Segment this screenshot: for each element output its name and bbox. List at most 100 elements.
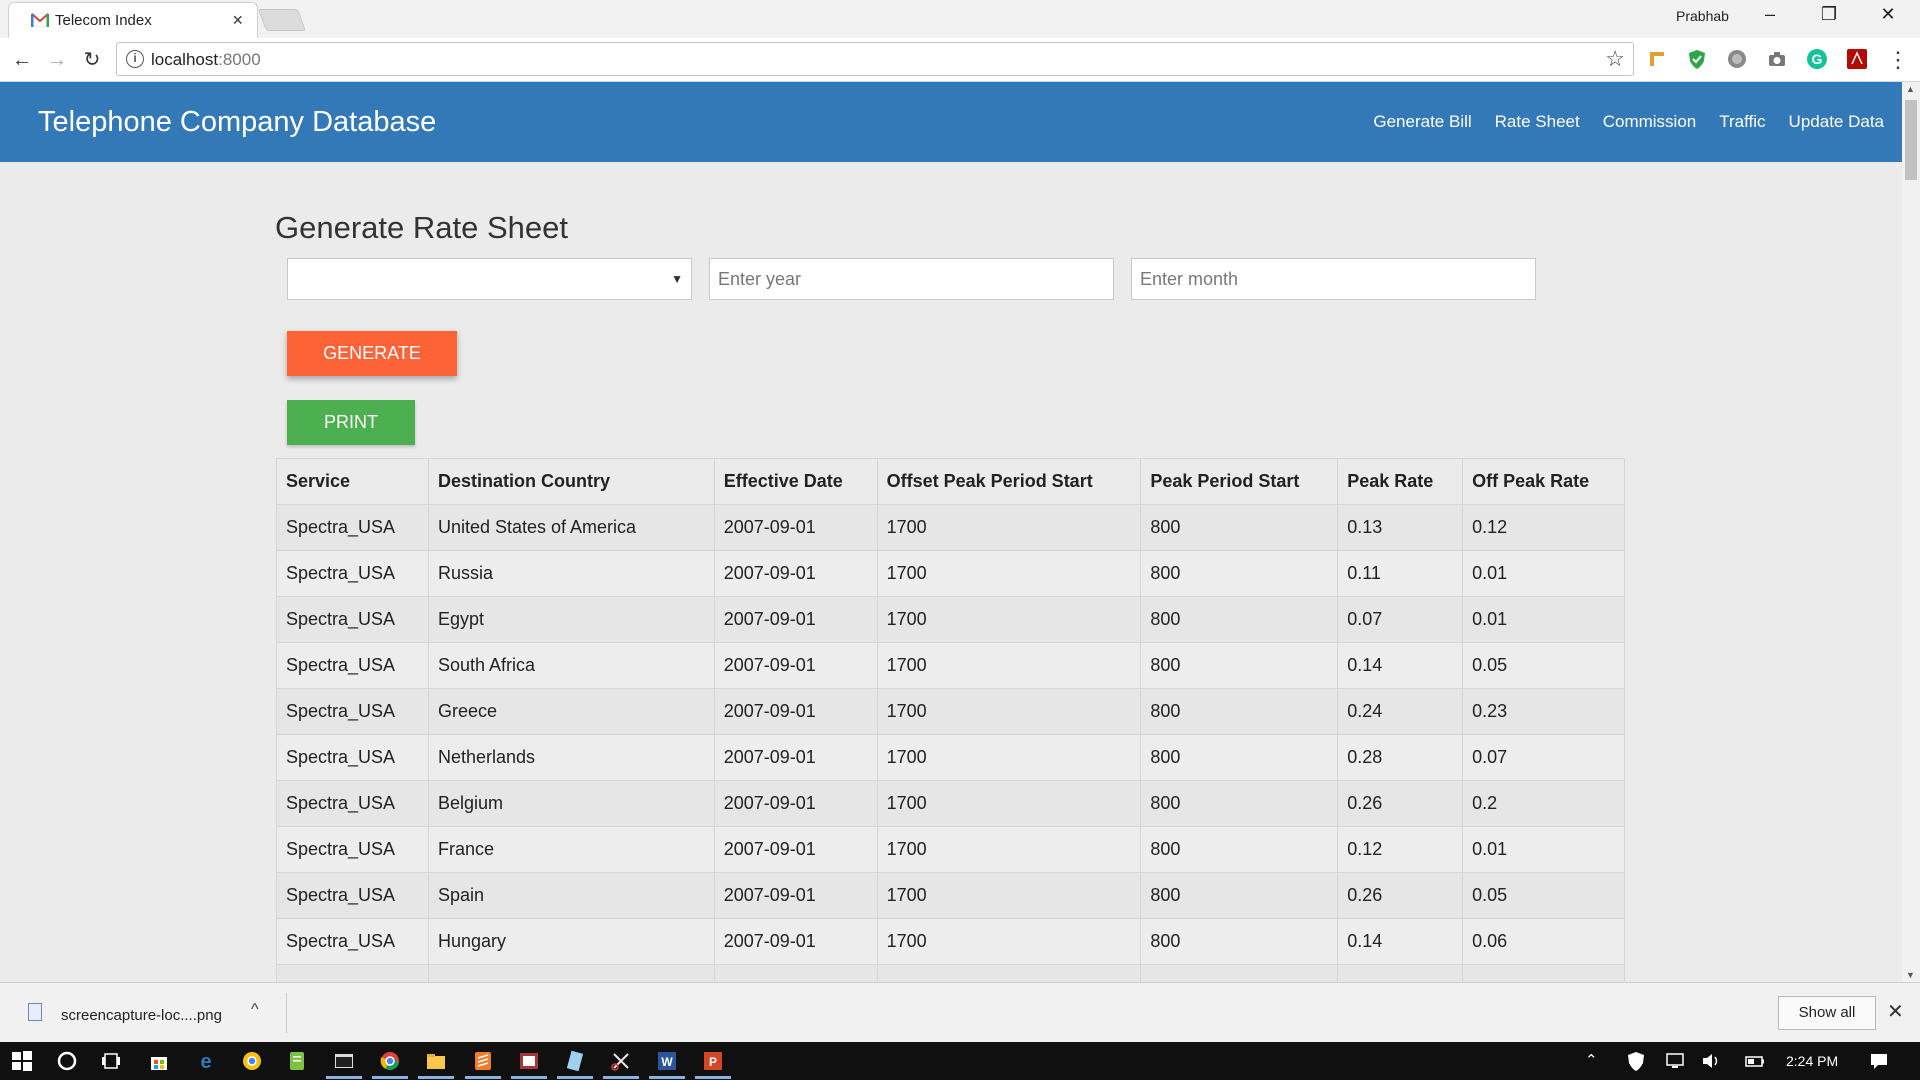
month-input[interactable] [1131,258,1536,300]
table-cell: 0.26 [1337,872,1464,919]
page-title: Generate Rate Sheet [275,210,568,245]
table-cell: 1700 [876,780,1142,827]
download-options-chevron-icon[interactable]: ^ [251,1001,259,1019]
acrobat-icon[interactable] [1846,48,1868,70]
generate-button[interactable]: GENERATE [287,331,457,376]
snipping-tool-icon[interactable] [610,1050,632,1072]
window-close-icon[interactable]: ✕ [1873,4,1903,25]
nav-link-update-data[interactable]: Update Data [1789,112,1884,132]
cortana-icon[interactable] [56,1050,78,1072]
table-cell: 0.05 [1462,872,1625,919]
table-cell: 0.01 [1462,550,1625,597]
scroll-up-icon[interactable]: ▲ [1906,84,1915,94]
ms-access-icon[interactable] [518,1050,540,1072]
windows-start-icon[interactable] [11,1050,33,1072]
table-cell [427,964,715,982]
windows-defender-icon[interactable] [1625,1050,1647,1072]
download-divider [286,993,287,1033]
back-icon[interactable]: ← [8,46,36,74]
download-bar: screencapture-loc....png ^ Show all ✕ [0,982,1920,1042]
table-cell: 2007-09-01 [713,780,878,827]
show-all-button[interactable]: Show all [1778,996,1876,1030]
scroll-down-icon[interactable]: ▼ [1906,970,1915,980]
table-cell: 1700 [876,872,1142,919]
browser-titlebar: Telecom Index × Prabhab – ❐ ✕ [0,0,1920,38]
bookmark-star-icon[interactable]: ☆ [1605,46,1625,72]
print-button[interactable]: PRINT [287,400,415,445]
task-view-icon[interactable] [100,1050,122,1072]
tray-overflow-chevron-icon[interactable]: ⌃ [1585,1051,1598,1069]
profile-name[interactable]: Prabhab [1676,8,1729,24]
file-explorer-icon[interactable] [425,1050,447,1072]
table-cell: Spectra_USA [276,504,429,551]
table-cell: 2007-09-01 [713,550,878,597]
nav-link-generate-bill[interactable]: Generate Bill [1373,112,1471,132]
table-cell: 1700 [876,918,1142,965]
notepad-icon[interactable] [564,1050,586,1072]
table-cell: Spectra_USA [276,826,429,873]
new-tab-button[interactable] [257,9,307,31]
year-input[interactable] [709,258,1114,300]
taskbar-clock[interactable]: 2:24 PM [1786,1053,1838,1069]
table-cell: 800 [1140,872,1339,919]
powerpoint-icon[interactable]: P [702,1050,724,1072]
network-icon[interactable] [1664,1050,1686,1072]
download-bar-close-icon[interactable]: ✕ [1887,999,1904,1024]
table-cell: Spectra_USA [276,596,429,643]
table-cell: 1700 [876,504,1142,551]
table-cell: 800 [1140,642,1339,689]
chrome-canary-icon[interactable] [241,1050,263,1072]
column-header: Destination Country [427,458,715,505]
page-scrollbar[interactable]: ▲ ▼ [1902,82,1920,982]
notepad-plus-icon[interactable] [286,1050,308,1072]
app-brand[interactable]: Telephone Company Database [38,106,436,139]
volume-icon[interactable] [1700,1050,1722,1072]
service-select[interactable]: ▼ [287,258,692,300]
scrollbar-thumb[interactable] [1905,100,1917,180]
word-active-indicator [649,1076,685,1079]
nav-link-traffic[interactable]: Traffic [1719,112,1765,132]
table-cell: 800 [1140,826,1339,873]
download-file-name[interactable]: screencapture-loc....png [61,1007,222,1024]
table-cell: 800 [1140,734,1339,781]
extension-key-icon[interactable] [1646,48,1668,70]
column-header: Effective Date [713,458,878,505]
table-cell: 0.14 [1337,918,1464,965]
table-cell: Spectra_USA [276,642,429,689]
grammarly-icon[interactable]: G [1806,48,1828,70]
restore-icon[interactable]: ❐ [1814,4,1844,25]
tab-close-icon[interactable]: × [232,10,243,31]
notepad-active-indicator [557,1076,593,1079]
chrome-menu-icon[interactable]: ⋮ [1884,46,1912,74]
word-icon[interactable]: W [656,1050,678,1072]
nav-link-commission[interactable]: Commission [1603,112,1697,132]
action-center-icon[interactable] [1868,1050,1890,1072]
table-cell: 1700 [876,642,1142,689]
battery-icon[interactable] [1744,1050,1766,1072]
extension-globe-icon[interactable] [1726,48,1748,70]
site-info-icon[interactable]: i [126,50,144,68]
browser-tab[interactable]: Telecom Index × [8,2,258,38]
nav-link-rate-sheet[interactable]: Rate Sheet [1495,112,1580,132]
terminal-icon[interactable] [333,1050,355,1072]
chrome-active-indicator [372,1076,408,1079]
chrome-icon[interactable] [379,1050,401,1072]
forward-icon[interactable]: → [43,46,71,74]
extension-shield-icon[interactable] [1686,48,1708,70]
store-icon[interactable] [148,1050,170,1072]
table-cell: Hungary [427,918,715,965]
reload-icon[interactable]: ↻ [78,46,106,74]
minimize-icon[interactable]: – [1755,4,1785,25]
svg-text:e: e [200,1051,211,1072]
table-cell: 1700 [876,596,1142,643]
address-url: localhost:8000 [151,50,261,69]
table-cell: Spectra_USA [276,550,429,597]
extension-camera-icon[interactable] [1766,48,1788,70]
table-cell: 0.07 [1337,596,1464,643]
table-row: Spectra_USA Spain 2007-09-01 1700 800 0.26 0.0… [276,872,1625,919]
edge-icon[interactable]: e [195,1050,217,1072]
sublime-text-icon[interactable] [472,1050,494,1072]
address-bar[interactable]: i localhost:8000 ☆ [116,42,1634,76]
tab-title: Telecom Index [55,12,152,29]
app-navbar: Telephone Company Database Generate Bill… [0,82,1902,162]
